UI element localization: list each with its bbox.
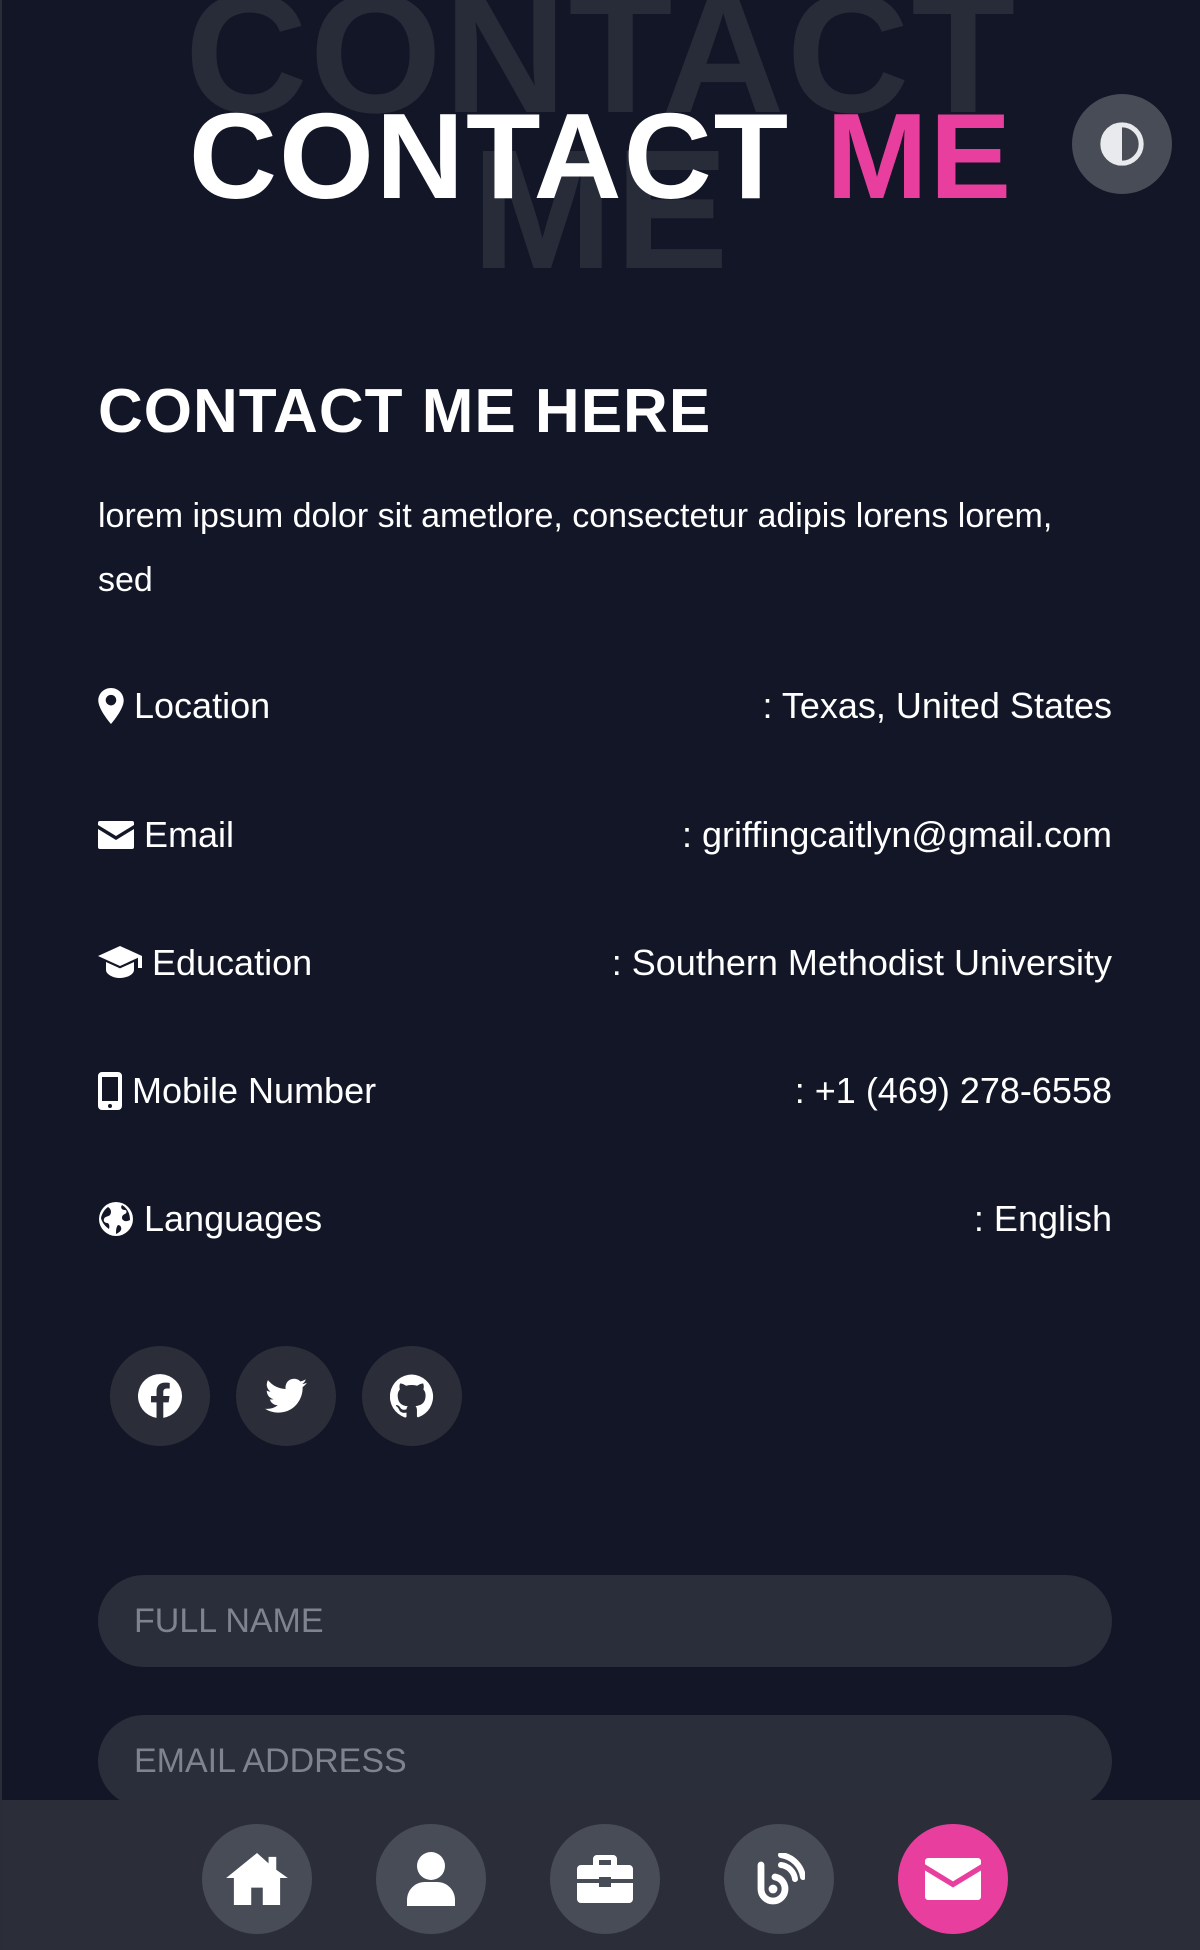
contact-page: CONTACT ME CONTACT ME CONTACT ME HERE lo… [0,0,1200,1950]
info-label-location: Location [98,685,270,727]
nav-home-button[interactable] [202,1824,312,1934]
nav-contact-button[interactable] [898,1824,1008,1934]
info-row-location: Location : Texas, United States [98,681,1112,731]
info-value-languages: : English [973,1198,1112,1239]
info-row-languages: Languages : English [98,1194,1112,1244]
map-marker-icon [98,688,124,724]
facebook-icon [138,1374,182,1418]
info-value-location: : Texas, United States [762,685,1112,726]
envelope-icon [925,1858,981,1900]
github-button[interactable] [362,1346,462,1446]
info-label-text: Mobile Number [132,1070,377,1111]
page-title-word-1: CONTACT [188,88,791,224]
email-address-input[interactable] [98,1715,1112,1807]
contact-section-description: lorem ipsum dolor sit ametlore, consecte… [98,497,1053,599]
full-name-input[interactable] [98,1575,1112,1667]
page-title: CONTACT ME [2,95,1200,217]
twitter-icon [265,1378,307,1413]
info-row-education: Education : Southern Methodist Universit… [98,938,1112,988]
globe-icon [99,1202,133,1236]
info-value-mobile[interactable]: : +1 (469) 278-6558 [795,1070,1112,1112]
mobile-phone-icon [98,1072,122,1110]
theme-toggle-button[interactable] [1072,94,1172,194]
contact-section-heading: CONTACT ME HERE [98,377,712,446]
info-row-mobile: Mobile Number : +1 (469) 278-6558 [98,1066,1112,1116]
envelope-icon [98,821,134,849]
page-title-word-2: ME [826,88,1014,224]
info-label-languages: Languages [98,1198,322,1240]
home-icon [226,1853,288,1905]
info-label-email: Email [98,814,234,856]
info-label-text: Email [144,814,235,855]
social-links [110,1346,462,1446]
info-row-email: Email : griffingcaitlyn@gmail.com [98,810,1112,860]
bottom-navigation [2,1800,1200,1950]
twitter-button[interactable] [236,1346,336,1446]
info-label-text: Languages [144,1198,323,1239]
nav-blog-button[interactable] [724,1824,834,1934]
nav-about-button[interactable] [376,1824,486,1934]
info-value-email[interactable]: : griffingcaitlyn@gmail.com [682,814,1112,856]
half-circle-contrast-icon [1100,122,1144,166]
info-label-education: Education [98,942,312,984]
facebook-button[interactable] [110,1346,210,1446]
info-label-text: Location [134,685,271,726]
nav-portfolio-button[interactable] [550,1824,660,1934]
graduation-cap-icon [98,946,142,978]
info-value-education: : Southern Methodist University [611,942,1112,983]
briefcase-icon [577,1855,633,1903]
user-icon [407,1852,455,1906]
blog-icon [757,1853,805,1905]
github-icon [390,1374,434,1418]
info-label-text: Education [152,942,313,983]
info-label-mobile: Mobile Number [98,1070,376,1112]
